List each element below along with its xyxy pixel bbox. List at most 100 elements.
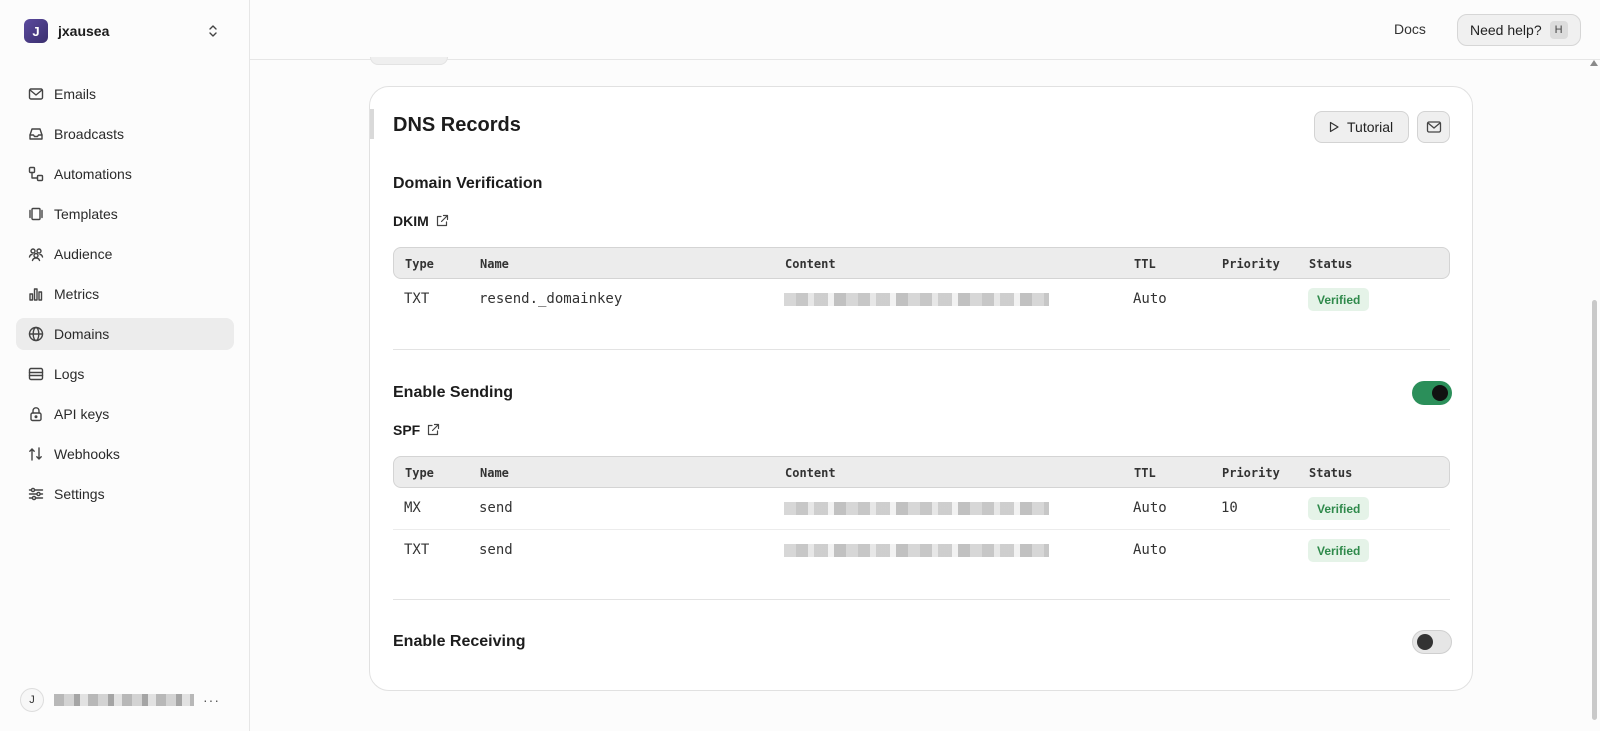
col-content: Content xyxy=(785,466,836,480)
sidebar-item-metrics[interactable]: Metrics xyxy=(16,278,234,310)
record-content-redacted[interactable] xyxy=(784,293,1049,306)
top-bar: Docs Need help? H xyxy=(250,0,1600,60)
record-content-redacted[interactable] xyxy=(784,502,1049,515)
sidebar-item-label: Emails xyxy=(54,86,97,102)
scrollbar-thumb[interactable] xyxy=(1592,300,1597,720)
record-ttl: Auto xyxy=(1133,500,1167,516)
enable-receiving-toggle[interactable] xyxy=(1412,630,1452,654)
dkim-records-table: Type Name Content TTL Priority Status TX… xyxy=(393,247,1450,320)
external-link-icon xyxy=(428,423,440,436)
users-icon xyxy=(28,246,44,262)
webhook-icon xyxy=(28,446,44,462)
domain-verification-title: Domain Verification xyxy=(393,175,543,192)
toggle-knob xyxy=(1417,634,1433,650)
scroll-up-arrow[interactable] xyxy=(1590,60,1598,66)
sidebar-item-domains[interactable]: Domains xyxy=(16,318,234,350)
table-row: MX send Auto 10 Verified xyxy=(393,488,1450,529)
dns-records-card: DNS Records Tutorial Domain Verification… xyxy=(369,86,1473,691)
sidebar-item-webhooks[interactable]: Webhooks xyxy=(16,438,234,470)
sidebar-item-label: Logs xyxy=(54,366,85,382)
table-row: TXT send Auto Verified xyxy=(393,529,1450,570)
workflow-icon xyxy=(28,166,44,182)
record-type: TXT xyxy=(404,291,430,307)
sidebar-item-logs[interactable]: Logs xyxy=(16,358,234,390)
record-priority: 10 xyxy=(1221,500,1238,516)
col-content: Content xyxy=(785,257,836,271)
sliders-icon xyxy=(28,486,44,502)
templates-icon xyxy=(28,206,44,222)
workspace-name: jxausea xyxy=(58,23,110,39)
sidebar-item-label: Audience xyxy=(54,246,113,262)
mail-icon xyxy=(1426,121,1441,133)
section-divider xyxy=(393,599,1450,600)
logs-icon xyxy=(28,366,44,382)
bar-chart-icon xyxy=(28,286,44,302)
sidebar-item-label: Broadcasts xyxy=(54,126,125,142)
col-name: Name xyxy=(480,466,509,480)
status-badge: Verified xyxy=(1308,288,1370,311)
need-help-label: Need help? xyxy=(1470,22,1542,38)
keyboard-shortcut-badge: H xyxy=(1549,21,1568,39)
sidebar-item-label: Automations xyxy=(54,166,132,182)
sidebar-item-label: Webhooks xyxy=(54,446,120,462)
sidebar-item-automations[interactable]: Automations xyxy=(16,158,234,190)
external-link-icon xyxy=(436,214,448,227)
toggle-knob xyxy=(1432,385,1448,401)
workspace-switcher[interactable]: J jxausea xyxy=(24,18,224,44)
col-priority: Priority xyxy=(1222,466,1280,480)
workspace-avatar: J xyxy=(24,19,48,43)
spf-records-table: Type Name Content TTL Priority Status MX… xyxy=(393,456,1450,570)
sidebar-item-label: Settings xyxy=(54,486,105,502)
play-icon xyxy=(1329,121,1339,133)
record-content-redacted[interactable] xyxy=(784,544,1049,557)
tutorial-label: Tutorial xyxy=(1347,119,1394,135)
section-divider xyxy=(393,349,1450,350)
sidebar-item-emails[interactable]: Emails xyxy=(16,78,234,110)
sidebar-item-audience[interactable]: Audience xyxy=(16,238,234,270)
table-row: TXT resend._domainkey Auto Verified xyxy=(393,279,1450,320)
email-records-button[interactable] xyxy=(1417,111,1450,143)
col-type: Type xyxy=(405,257,434,271)
docs-link[interactable]: Docs xyxy=(1394,21,1426,37)
sidebar-item-label: Templates xyxy=(54,206,118,222)
record-name[interactable]: resend._domainkey xyxy=(479,291,622,307)
enable-receiving-title: Enable Receiving xyxy=(393,633,526,650)
col-status: Status xyxy=(1309,466,1353,480)
inbox-icon xyxy=(28,126,44,142)
col-name: Name xyxy=(480,257,509,271)
user-email-redacted xyxy=(54,694,194,706)
lock-icon xyxy=(28,406,44,422)
tutorial-button[interactable]: Tutorial xyxy=(1314,111,1409,143)
more-options-icon[interactable]: ··· xyxy=(203,692,220,708)
col-priority: Priority xyxy=(1222,257,1280,271)
sidebar-item-templates[interactable]: Templates xyxy=(16,198,234,230)
user-menu[interactable]: J ··· xyxy=(20,686,230,714)
spf-link[interactable]: SPF xyxy=(393,422,440,438)
sidebar: J jxausea Emails Broadcasts Automations … xyxy=(0,0,250,731)
card-title: DNS Records xyxy=(393,114,521,136)
sidebar-item-broadcasts[interactable]: Broadcasts xyxy=(16,118,234,150)
record-type: MX xyxy=(404,500,421,516)
sidebar-item-label: API keys xyxy=(54,406,110,422)
sidebar-item-api-keys[interactable]: API keys xyxy=(16,398,234,430)
mail-icon xyxy=(28,86,44,102)
enable-sending-title: Enable Sending xyxy=(393,384,514,401)
dkim-link[interactable]: DKIM xyxy=(393,213,449,229)
status-badge: Verified xyxy=(1308,539,1370,562)
globe-icon xyxy=(28,326,44,342)
dkim-label: DKIM xyxy=(393,213,429,229)
sidebar-item-settings[interactable]: Settings xyxy=(16,478,234,510)
previous-section-edge xyxy=(370,57,448,65)
record-type: TXT xyxy=(404,542,430,558)
table-header: Type Name Content TTL Priority Status xyxy=(393,247,1450,279)
need-help-button[interactable]: Need help? H xyxy=(1457,14,1581,46)
record-ttl: Auto xyxy=(1133,542,1167,558)
sidebar-nav: Emails Broadcasts Automations Templates … xyxy=(16,78,234,518)
user-avatar: J xyxy=(20,688,44,712)
col-type: Type xyxy=(405,466,434,480)
table-header: Type Name Content TTL Priority Status xyxy=(393,456,1450,488)
enable-sending-toggle[interactable] xyxy=(1412,381,1452,405)
record-name[interactable]: send xyxy=(479,500,513,516)
record-name[interactable]: send xyxy=(479,542,513,558)
spf-label: SPF xyxy=(393,422,421,438)
